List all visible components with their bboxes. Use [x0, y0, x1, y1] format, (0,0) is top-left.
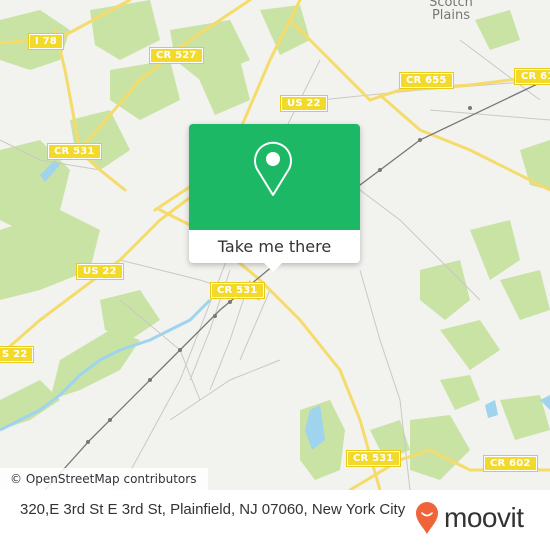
take-me-there-button[interactable]: Take me there [189, 230, 360, 263]
road-shield-cr531: CR 531 [210, 282, 265, 299]
popup-pointer [263, 262, 283, 272]
road-shield-cr61x: CR 61 [513, 68, 550, 85]
road-shield-us22: US 22 [76, 263, 124, 280]
place-label-line: Plains [431, 8, 471, 23]
road-shield-i78: I 78 [28, 33, 64, 50]
road-shield-cr655: CR 655 [399, 72, 454, 89]
place-label-scotch-plains: Scotch Plains [406, 0, 496, 22]
moovit-pin-icon [416, 502, 438, 534]
location-pin-icon [254, 141, 292, 196]
road-shield-cr531: CR 531 [47, 143, 102, 160]
moovit-wordmark: moovit [444, 502, 524, 533]
map-canvas[interactable]: Scotch Plains I 78 CR 527 CR 531 US 22 C… [0, 0, 550, 490]
road-shield-us22: US 22 [280, 95, 328, 112]
road-shield-cr602: CR 602 [483, 455, 538, 472]
road-shield-cr527: CR 527 [149, 47, 204, 64]
road-shield-us22: S 22 [0, 346, 35, 363]
map-attribution[interactable]: © OpenStreetMap contributors [0, 468, 209, 490]
road-shield-cr531: CR 531 [346, 450, 401, 467]
popup-header [189, 124, 360, 230]
address-text: 320,E 3rd St E 3rd St, Plainfield, NJ 07… [20, 501, 406, 518]
moovit-logo[interactable]: moovit [414, 500, 524, 536]
destination-popup: Take me there [189, 124, 360, 272]
footer: 320,E 3rd St E 3rd St, Plainfield, NJ 07… [0, 490, 550, 550]
